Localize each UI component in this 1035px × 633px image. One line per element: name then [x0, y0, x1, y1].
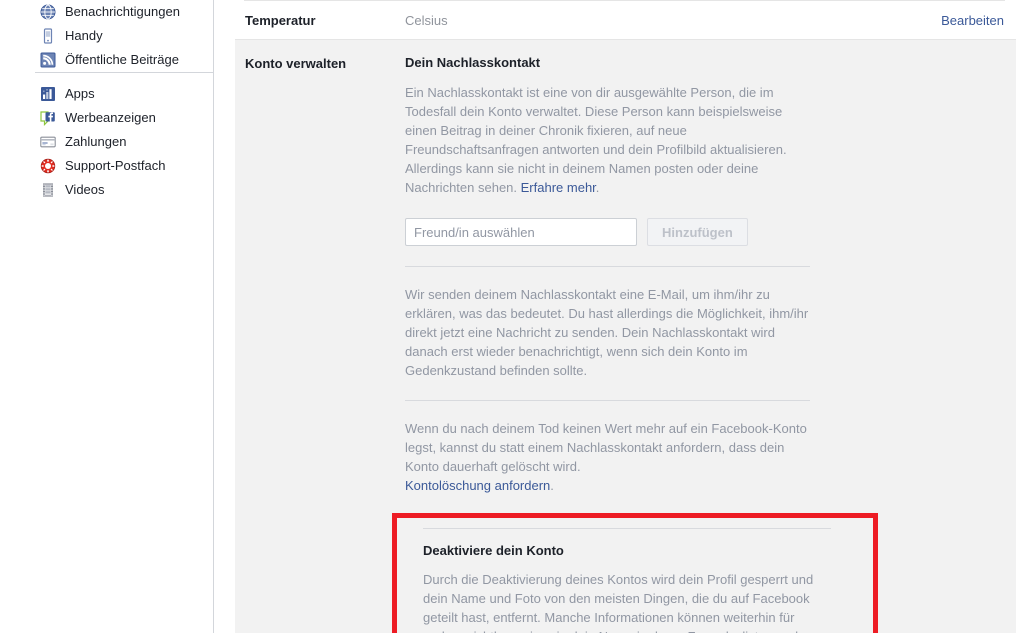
sidebar-item-support-postfach[interactable]: Support-Postfach [0, 154, 213, 178]
deactivate-account-section: Deaktiviere dein Konto Durch die Deaktiv… [397, 518, 873, 633]
paragraph-3-period: . [550, 478, 554, 493]
row-action-temperatur: Bearbeiten [916, 13, 1016, 28]
sidebar-group-primary: Benachrichtigungen Handy Öffentliche Bei… [0, 0, 213, 72]
legacy-contact-paragraph-3: Wenn du nach deinem Tod keinen Wert mehr… [405, 419, 813, 495]
request-account-deletion-link[interactable]: Kontolöschung anfordern [405, 478, 550, 493]
sidebar-item-label: Apps [65, 86, 95, 101]
deactivate-account-highlight-box: Deaktiviere dein Konto Durch die Deaktiv… [392, 513, 878, 633]
sidebar-divider [35, 72, 214, 73]
friend-select-input[interactable] [405, 218, 637, 246]
divider-after-paragraph-2 [405, 400, 810, 401]
sidebar-group-secondary: Apps Werbeanzeigen Zahlungen Support-Pos… [0, 82, 213, 202]
sidebar-item-label: Öffentliche Beiträge [65, 52, 179, 67]
settings-sidebar: Benachrichtigungen Handy Öffentliche Bei… [0, 0, 214, 633]
paragraph-1-period: . [595, 180, 600, 195]
settings-row-konto-verwalten: Konto verwalten Dein Nachlasskontakt Ein… [235, 40, 1016, 633]
sidebar-item-benachrichtigungen[interactable]: Benachrichtigungen [0, 0, 213, 24]
mobile-phone-icon [40, 28, 56, 44]
row-label-temperatur: Temperatur [245, 12, 316, 28]
legacy-contact-paragraph-2: Wir senden deinem Nachlasskontakt eine E… [405, 287, 809, 378]
rss-feed-icon [40, 52, 56, 68]
legacy-contact-paragraph-1: Ein Nachlasskontakt ist eine von dir aus… [405, 83, 813, 197]
sidebar-item-label: Handy [65, 28, 103, 43]
deactivate-paragraph: Durch die Deaktivierung deines Kontos wi… [423, 570, 827, 633]
row-value-temperatur: Celsius [405, 12, 448, 28]
edit-temperatur-link[interactable]: Bearbeiten [941, 13, 1004, 28]
apps-grid-icon [40, 86, 56, 102]
settings-main: Temperatur Celsius Bearbeiten Konto verw… [215, 0, 1035, 633]
divider-above-deactivate [423, 528, 831, 529]
settings-content: Temperatur Celsius Bearbeiten Konto verw… [235, 0, 1016, 633]
legacy-contact-title: Dein Nachlasskontakt [405, 55, 541, 70]
paragraph-3-text: Wenn du nach deinem Tod keinen Wert mehr… [405, 421, 807, 474]
sidebar-item-oeffentliche-beitraege[interactable]: Öffentliche Beiträge [0, 48, 213, 72]
add-legacy-contact-button[interactable]: Hinzufügen [647, 218, 748, 246]
sidebar-item-handy[interactable]: Handy [0, 24, 213, 48]
lifebuoy-icon [40, 158, 56, 174]
sidebar-item-label: Zahlungen [65, 134, 127, 149]
sidebar-item-apps[interactable]: Apps [0, 82, 213, 106]
learn-more-link-1[interactable]: Erfahre mehr [521, 180, 596, 195]
row-label-konto-verwalten: Konto verwalten [245, 56, 347, 71]
friend-picker-row: Hinzufügen [405, 218, 1005, 246]
sidebar-item-label: Benachrichtigungen [65, 4, 180, 19]
paragraph-1-text: Ein Nachlasskontakt ist eine von dir aus… [405, 85, 787, 195]
sidebar-item-label: Support-Postfach [65, 158, 166, 173]
sidebar-item-zahlungen[interactable]: Zahlungen [0, 130, 213, 154]
deactivate-paragraph-text: Durch die Deaktivierung deines Kontos wi… [423, 572, 814, 633]
divider-after-friend-picker [405, 266, 810, 267]
credit-card-icon [40, 134, 56, 150]
sidebar-item-label: Werbeanzeigen [65, 110, 156, 125]
sidebar-item-werbeanzeigen[interactable]: Werbeanzeigen [0, 106, 213, 130]
sidebar-item-label: Videos [65, 182, 105, 197]
settings-page: Benachrichtigungen Handy Öffentliche Bei… [0, 0, 1035, 633]
facebook-ads-icon [40, 110, 56, 126]
globe-icon [40, 4, 56, 20]
film-strip-icon [40, 182, 56, 198]
deactivate-title: Deaktiviere dein Konto [423, 543, 564, 558]
sidebar-item-videos[interactable]: Videos [0, 178, 213, 202]
manage-account-body: Dein Nachlasskontakt Ein Nachlasskontakt… [392, 40, 1005, 633]
settings-row-temperatur: Temperatur Celsius Bearbeiten [235, 1, 1016, 40]
